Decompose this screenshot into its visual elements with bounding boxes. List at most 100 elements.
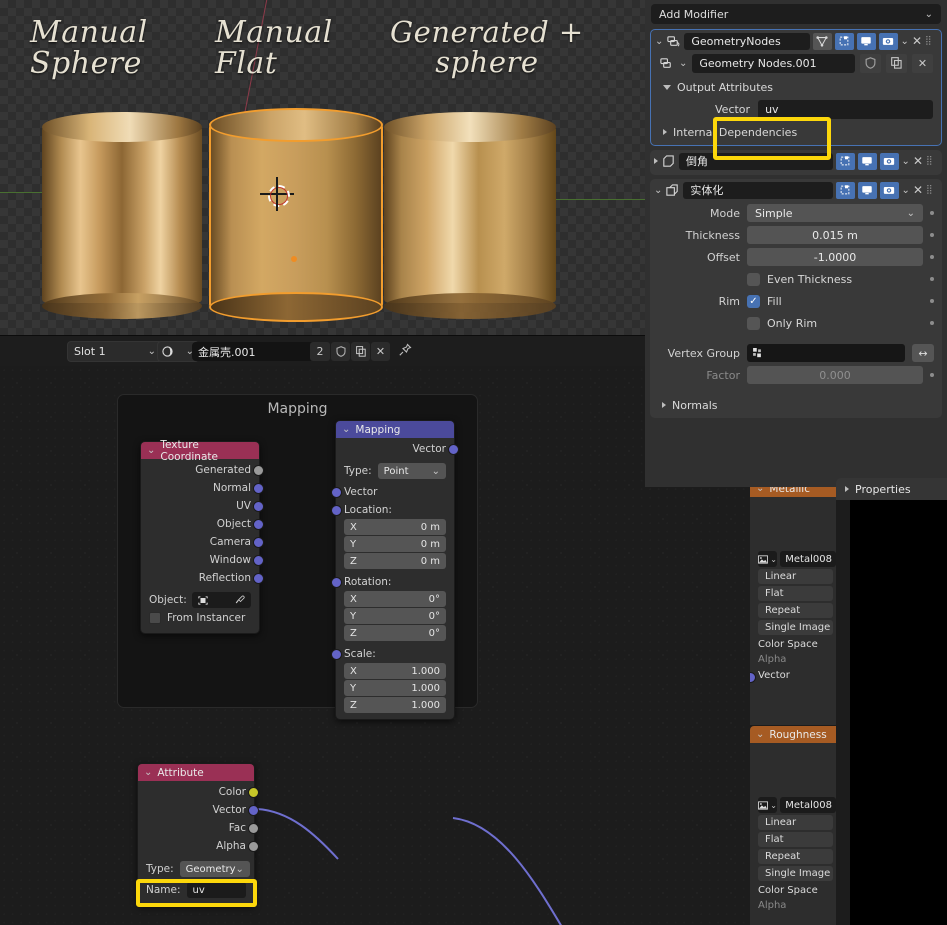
projection-dropdown[interactable]: Flat [758, 586, 833, 601]
material-users-count[interactable]: 2 [310, 342, 330, 361]
modifier-header[interactable]: ⌄ 实体化 [650, 179, 942, 201]
offset-value-field[interactable]: -1.0000 [747, 248, 923, 266]
close-icon[interactable]: ✕ [912, 34, 922, 48]
socket-dot[interactable] [253, 465, 264, 476]
socket-dot[interactable] [248, 805, 259, 816]
factor-value-field[interactable]: 0.000 [747, 366, 923, 384]
on-cage-toggle[interactable] [836, 182, 855, 199]
material-slot-dropdown[interactable]: Slot 1 ⌄ [67, 341, 163, 362]
extension-dropdown[interactable]: Repeat [758, 603, 833, 618]
offset-row[interactable]: Offset -1.0000 [650, 247, 934, 267]
output-socket-fac[interactable]: Fac [138, 819, 254, 837]
3d-viewport[interactable]: Manual Sphere Manual Flat Generated + sp… [0, 0, 645, 335]
chevron-right-icon[interactable] [654, 158, 658, 164]
even-thickness-checkbox[interactable] [747, 273, 760, 286]
modifier-solidify[interactable]: ⌄ 实体化 [650, 179, 942, 418]
node-header[interactable]: ⌄ Mapping [336, 421, 454, 438]
rim-fill-row[interactable]: Rim ✓ Fill [650, 291, 934, 311]
extras-dropdown[interactable]: ⌄ [902, 156, 910, 167]
modifier-header[interactable]: 倒角 ⌄ ✕ ⣿ [650, 150, 942, 172]
modifier-name-field[interactable]: 倒角 [679, 153, 833, 170]
realtime-display-toggle[interactable] [858, 153, 877, 170]
add-modifier-button[interactable]: Add Modifier ⌄ [651, 4, 941, 24]
socket-dot[interactable] [253, 483, 264, 494]
interpolation-dropdown[interactable]: Linear [758, 569, 833, 584]
extras-dropdown[interactable]: ⌄ [902, 185, 910, 196]
node-header[interactable]: ⌄ Texture Coordinate [141, 442, 259, 459]
duplicate-material-button[interactable] [351, 342, 370, 361]
chevron-down-icon[interactable]: ⌄ [147, 445, 155, 456]
only-rim-row[interactable]: Only Rim [650, 313, 934, 333]
socket-dot[interactable] [253, 573, 264, 584]
animate-property-dot[interactable] [930, 211, 934, 215]
source-dropdown[interactable]: Single Image [758, 620, 833, 635]
chevron-down-icon[interactable]: ⌄ [144, 767, 152, 778]
output-attribute-row[interactable]: Vector uv [651, 97, 941, 122]
properties-tab-header[interactable]: Properties [836, 478, 947, 500]
invert-vertex-group-button[interactable]: ↔ [912, 344, 934, 362]
scale-y-field[interactable]: Y 1.000 [344, 680, 446, 696]
even-thickness-row[interactable]: Even Thickness [650, 269, 934, 289]
output-attribute-name-input[interactable]: uv [758, 100, 933, 119]
location-x-field[interactable]: X 0 m [344, 519, 446, 535]
output-socket-camera[interactable]: Camera [141, 533, 259, 551]
material-name-field[interactable]: 金属壳.001 [192, 342, 322, 361]
scale-fields[interactable]: X 1.000 Y 1.000 Z 1.000 [336, 663, 454, 713]
attribute-type-dropdown[interactable]: Geometry ⌄ [180, 861, 250, 877]
chevron-down-icon[interactable]: ⌄ [756, 729, 764, 740]
on-cage-toggle[interactable] [835, 33, 854, 50]
chevron-down-icon[interactable]: ⌄ [655, 36, 663, 47]
internal-dependencies-section[interactable]: Internal Dependencies [651, 122, 941, 142]
shader-node-editor[interactable]: Mapping ⌄ Texture Coordinate Generated N… [0, 366, 750, 925]
thickness-value-field[interactable]: 0.015 m [747, 226, 923, 244]
modifier-name-field[interactable]: GeometryNodes [684, 33, 809, 50]
mode-dropdown[interactable]: Simple ⌄ [747, 204, 923, 222]
edit-mode-display-toggle[interactable] [813, 33, 832, 50]
unlink-node-group-button[interactable]: ✕ [912, 54, 933, 73]
factor-row[interactable]: Factor 0.000 [650, 365, 934, 385]
extension-dropdown[interactable]: Repeat [758, 849, 833, 864]
output-attributes-section[interactable]: Output Attributes [651, 77, 941, 97]
from-instancer-row[interactable]: From Instancer [141, 609, 259, 627]
image-browse-row[interactable]: ⌄ Metal008 [750, 497, 836, 567]
socket-dot[interactable] [331, 487, 342, 498]
cylinder-manual-sphere[interactable] [42, 112, 202, 317]
only-rim-checkbox[interactable] [747, 317, 760, 330]
output-socket-normal[interactable]: Normal [141, 479, 259, 497]
chevron-down-icon[interactable]: ⌄ [342, 424, 350, 435]
output-socket-color[interactable]: Color [138, 783, 254, 801]
input-socket-scale[interactable]: Scale: [336, 645, 454, 663]
chevron-down-icon[interactable]: ⌄ [654, 185, 662, 196]
socket-dot[interactable] [248, 823, 259, 834]
socket-dot[interactable] [448, 444, 459, 455]
vertex-group-row[interactable]: Vertex Group ↔ [650, 343, 934, 363]
output-socket-window[interactable]: Window [141, 551, 259, 569]
properties-editor[interactable]: Add Modifier ⌄ ⌄ GeometryNodes [645, 0, 947, 487]
output-socket-object[interactable]: Object [141, 515, 259, 533]
attribute-type-row[interactable]: Type: Geometry ⌄ [138, 860, 254, 878]
animate-property-dot[interactable] [930, 321, 934, 325]
modifier-geometry-nodes[interactable]: ⌄ GeometryNodes [650, 29, 942, 146]
close-icon[interactable]: ✕ [913, 183, 923, 197]
duplicate-node-group-button[interactable] [886, 54, 907, 73]
cylinder-manual-flat[interactable] [209, 108, 379, 320]
input-socket-vector[interactable]: Vector [336, 483, 454, 501]
scale-x-field[interactable]: X 1.000 [344, 663, 446, 679]
animate-property-dot[interactable] [930, 299, 934, 303]
rotation-fields[interactable]: X 0° Y 0° Z 0° [336, 591, 454, 641]
attribute-name-input[interactable]: uv [187, 882, 246, 898]
chevron-down-icon[interactable]: ⌄ [679, 58, 687, 69]
node-roughness-image-visible[interactable]: ⌄ Roughness ⌄ Metal008 Linear [750, 726, 836, 925]
socket-dot[interactable] [248, 841, 259, 852]
output-socket-alpha[interactable]: Alpha [138, 837, 254, 855]
unlink-material-button[interactable]: ✕ [371, 342, 390, 361]
socket-dot[interactable] [331, 649, 342, 660]
normals-section[interactable]: Normals [650, 395, 942, 415]
extras-dropdown[interactable]: ⌄ [901, 36, 909, 47]
type-dropdown[interactable]: Point ⌄ [378, 463, 446, 479]
drag-handle-icon[interactable]: ⣿ [926, 188, 938, 193]
fake-user-button[interactable] [331, 342, 350, 361]
image-name-field[interactable]: Metal008 [780, 797, 836, 813]
from-instancer-checkbox[interactable] [149, 612, 161, 624]
node-texture-coordinate[interactable]: ⌄ Texture Coordinate Generated Normal UV… [140, 441, 260, 634]
